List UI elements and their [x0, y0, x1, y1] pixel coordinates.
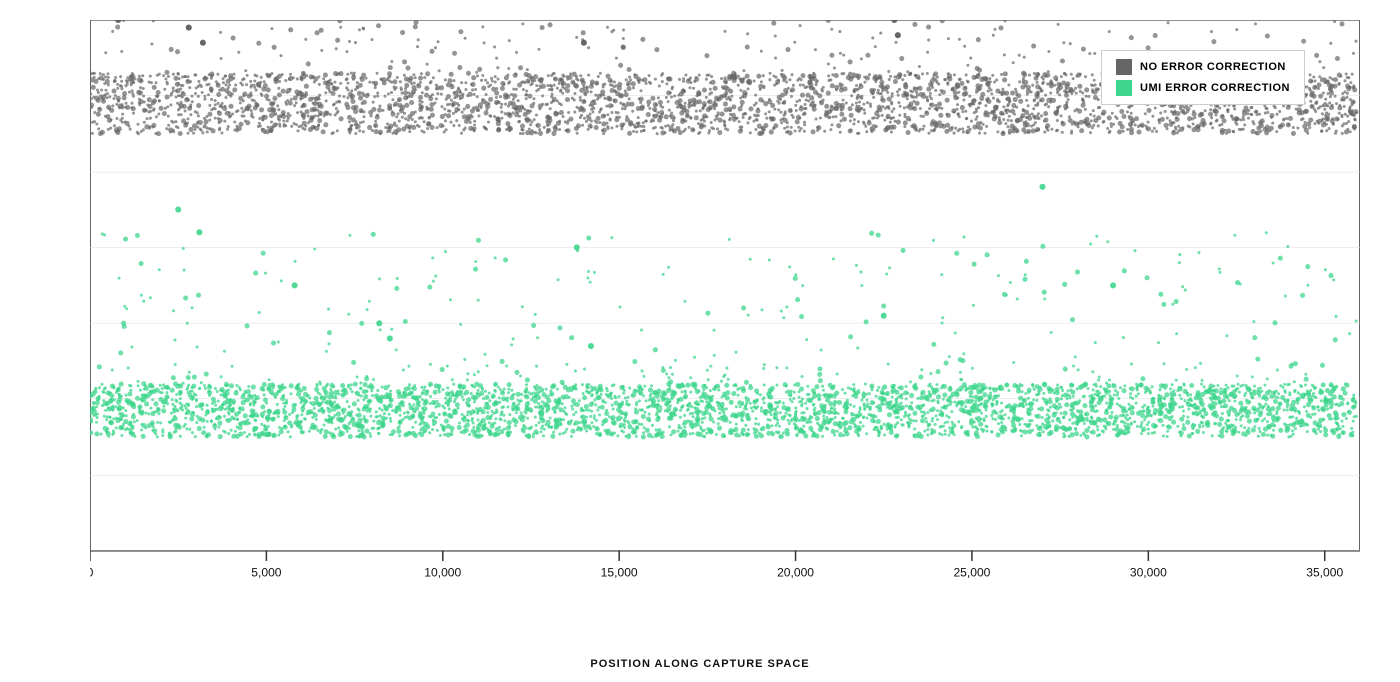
chart-legend: NO ERROR CORRECTION UMI ERROR CORRECTION — [1101, 50, 1305, 105]
svg-text:5,000: 5,000 — [251, 565, 281, 579]
chart-area: 10E-9 10E-8 10E-7 10E-6 10E-5 10E-4 10E-… — [90, 20, 1360, 612]
svg-text:0: 0 — [90, 565, 94, 579]
legend-label-umi-error: UMI ERROR CORRECTION — [1140, 82, 1290, 94]
scatter-plot: 10E-9 10E-8 10E-7 10E-6 10E-5 10E-4 10E-… — [90, 20, 1360, 612]
svg-text:20,000: 20,000 — [777, 565, 814, 579]
chart-container: ERROR PROBABILITY (FROM PHRED SCORE) POS… — [0, 0, 1400, 682]
svg-text:15,000: 15,000 — [601, 565, 638, 579]
x-axis-label: POSITION ALONG CAPTURE SPACE — [590, 658, 809, 670]
legend-item-umi-error: UMI ERROR CORRECTION — [1116, 80, 1290, 96]
svg-text:30,000: 30,000 — [1130, 565, 1167, 579]
legend-item-no-error: NO ERROR CORRECTION — [1116, 59, 1290, 75]
svg-text:35,000: 35,000 — [1306, 565, 1343, 579]
legend-label-no-error: NO ERROR CORRECTION — [1140, 61, 1286, 73]
legend-color-umi-error — [1116, 80, 1132, 96]
legend-color-no-error — [1116, 59, 1132, 75]
svg-text:10,000: 10,000 — [424, 565, 461, 579]
svg-text:25,000: 25,000 — [953, 565, 990, 579]
